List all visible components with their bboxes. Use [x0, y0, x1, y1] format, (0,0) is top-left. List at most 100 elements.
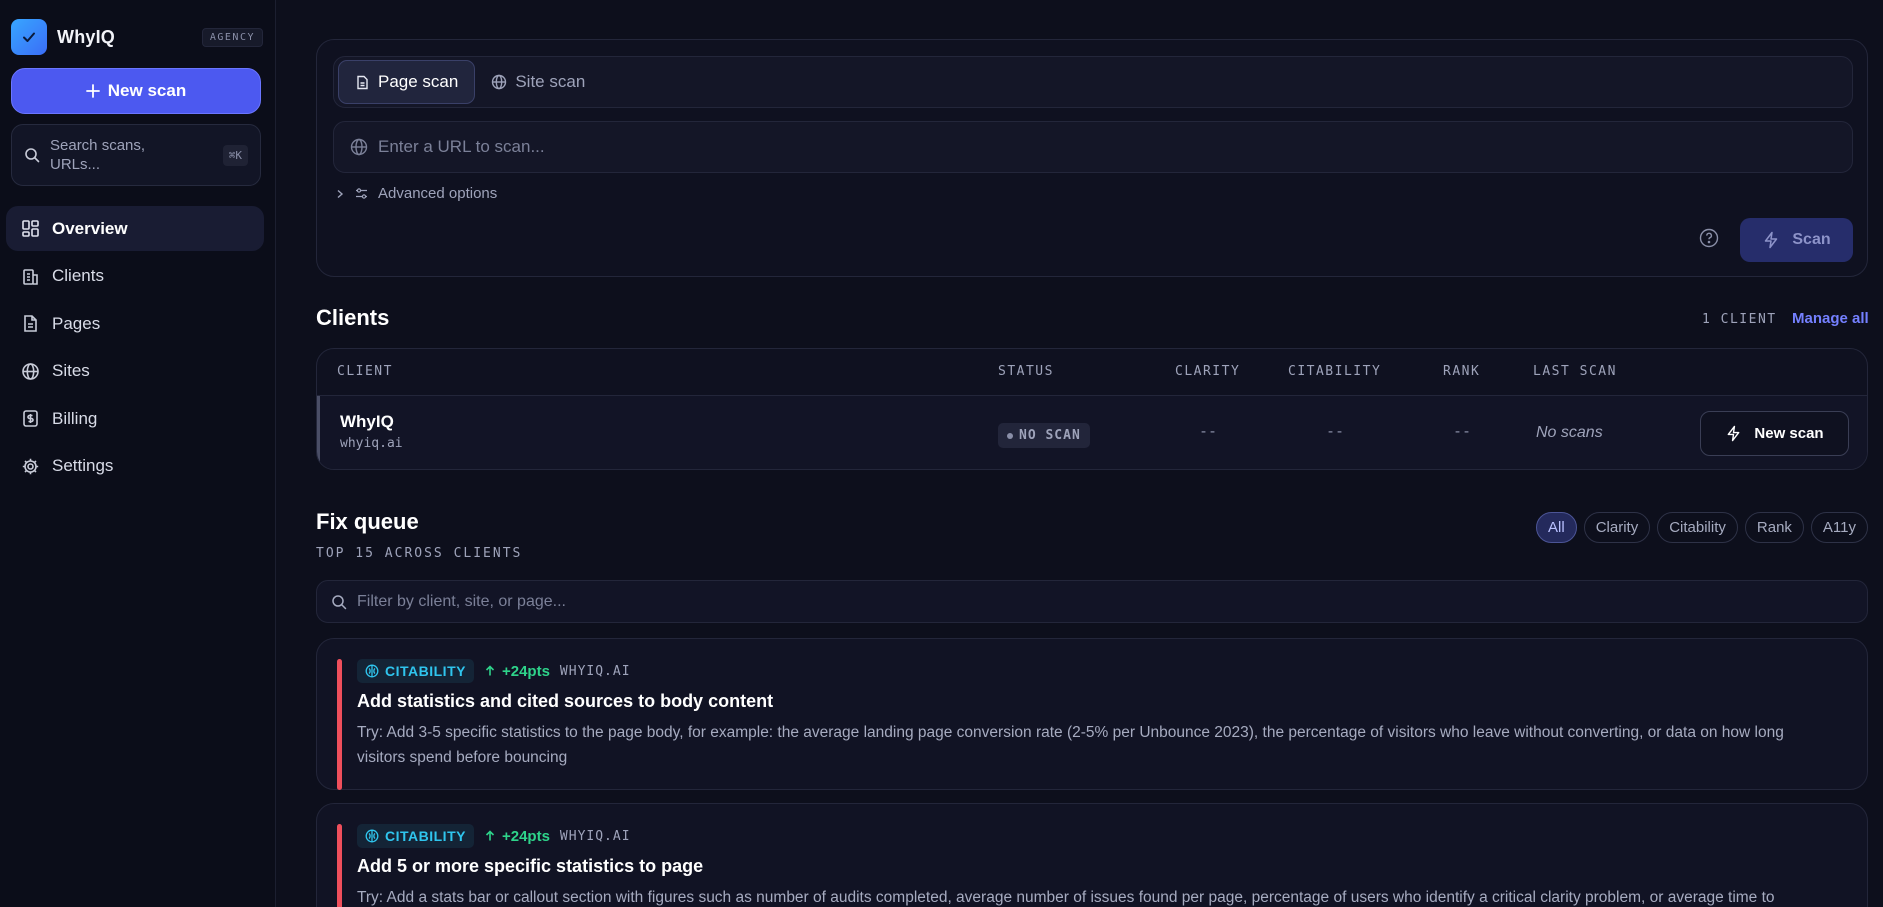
plan-badge: AGENCY	[201, 27, 263, 47]
fix-item[interactable]: CITABILITY +24pts WHYIQ.AI Add 5 or more…	[316, 803, 1868, 907]
scan-button[interactable]: Scan	[1740, 218, 1853, 262]
sidebar-nav: Overview Clients Pages Sites Billing Set…	[6, 206, 264, 491]
points-value: +24pts	[501, 827, 550, 845]
clients-heading: Clients	[316, 305, 390, 330]
url-input[interactable]	[378, 137, 1778, 157]
points-gain: +24pts	[484, 828, 550, 845]
filter-chip-citability[interactable]: Citability	[1657, 512, 1738, 543]
category-label: CITABILITY	[385, 663, 466, 679]
filter-chip-rank[interactable]: Rank	[1744, 512, 1804, 543]
priority-bar	[337, 824, 342, 907]
fix-description: Try: Add 3-5 specific statistics to the …	[357, 724, 1784, 766]
sidebar-item-settings[interactable]: Settings	[6, 444, 264, 489]
sidebar-item-pages[interactable]: Pages	[6, 301, 264, 346]
status-badge: NO SCAN	[998, 423, 1090, 448]
url-field[interactable]	[333, 121, 1853, 173]
sidebar-search[interactable]: Search scans, URLs... ⌘K	[11, 124, 261, 186]
row-new-scan-button[interactable]: New scan	[1700, 411, 1849, 456]
sidebar-item-sites[interactable]: Sites	[6, 349, 264, 394]
sidebar-item-clients[interactable]: Clients	[6, 254, 264, 299]
scan-panel: Page scan Site scan Advanced options Sca…	[316, 39, 1868, 277]
dollar-icon	[23, 410, 38, 427]
advanced-options-toggle[interactable]: Advanced options	[335, 185, 497, 202]
fix-title: Add statistics and cited sources to body…	[357, 691, 774, 711]
site-tag: WHYIQ.AI	[559, 663, 631, 679]
document-icon	[357, 75, 368, 89]
lightning-icon	[1765, 231, 1778, 249]
help-icon[interactable]	[1699, 228, 1719, 248]
globe-icon	[350, 138, 368, 156]
table-row[interactable]: WhyIQ whyiq.ai NO SCAN -- -- -- No scans…	[317, 396, 1867, 469]
sidebar-item-billing[interactable]: Billing	[6, 396, 264, 441]
search-icon	[25, 148, 40, 163]
scan-type-tabs: Page scan Site scan	[333, 56, 1853, 108]
tab-label: Page scan	[378, 72, 459, 91]
advanced-options-label: Advanced options	[378, 185, 498, 202]
sliders-icon	[356, 188, 367, 199]
tab-label: Site scan	[515, 72, 586, 91]
globe-icon	[22, 362, 39, 380]
status-text: NO SCAN	[1019, 428, 1081, 443]
sidebar-item-label: Billing	[52, 408, 98, 428]
client-count: 1 CLIENT	[1702, 312, 1777, 327]
sidebar-item-label: Overview	[52, 218, 128, 238]
column-header: CLIENT	[337, 364, 393, 379]
sidebar-item-label: Settings	[52, 456, 114, 475]
sidebar-item-label: Pages	[52, 313, 101, 333]
filter-chip-a11y[interactable]: A11y	[1810, 512, 1868, 543]
arrow-up-icon	[485, 830, 495, 841]
rank-value: --	[1453, 422, 1472, 440]
client-name: WhyIQ	[340, 412, 394, 431]
sidebar-item-label: Sites	[52, 361, 90, 380]
logo-check-icon[interactable]	[11, 19, 47, 55]
column-header: CITABILITY	[1288, 364, 1382, 379]
points-value: +24pts	[501, 662, 550, 680]
manage-all-link[interactable]: Manage all	[1792, 310, 1869, 327]
sidebar: WhyIQ AGENCY New scan Search scans, URLs…	[0, 0, 276, 907]
fix-title: Add 5 or more specific statistics to pag…	[357, 856, 704, 876]
column-header: STATUS	[998, 364, 1054, 379]
sidebar-item-label: Clients	[52, 266, 104, 285]
filter-input[interactable]	[357, 592, 1757, 611]
fix-queue-subtitle: TOP 15 ACROSS CLIENTS	[316, 546, 523, 561]
clarity-value: --	[1199, 422, 1218, 440]
fix-meta: CITABILITY +24pts WHYIQ.AI	[357, 824, 631, 848]
document-icon	[24, 315, 37, 332]
tab-site-scan[interactable]: Site scan	[475, 60, 601, 104]
scan-button-label: Scan	[1792, 231, 1831, 248]
fix-queue-heading: Fix queue	[316, 509, 419, 534]
filter-chip-clarity[interactable]: Clarity	[1583, 512, 1651, 543]
category-label: CITABILITY	[385, 828, 466, 844]
fix-meta: CITABILITY +24pts WHYIQ.AI	[357, 659, 631, 683]
column-header: RANK	[1443, 364, 1481, 379]
sidebar-item-overview[interactable]: Overview	[6, 206, 264, 251]
priority-bar	[337, 659, 342, 790]
column-header: LAST SCAN	[1533, 364, 1617, 379]
status-cell: NO SCAN	[998, 423, 1090, 448]
fix-queue-filter[interactable]	[316, 580, 1868, 623]
tab-page-scan[interactable]: Page scan	[338, 60, 476, 104]
site-tag: WHYIQ.AI	[559, 828, 631, 844]
clients-table: CLIENT STATUS CLARITY CITABILITY RANK LA…	[316, 348, 1868, 470]
fix-queue-filters: All Clarity Citability Rank A11y	[1536, 512, 1868, 543]
arrow-up-icon	[485, 665, 495, 676]
points-gain: +24pts	[484, 663, 550, 680]
citability-value: --	[1326, 422, 1345, 440]
filter-chip-all[interactable]: All	[1536, 512, 1577, 543]
last-scan-value: No scans	[1536, 424, 1603, 441]
globe-icon	[492, 74, 507, 90]
client-cell: WhyIQ whyiq.ai	[340, 412, 403, 451]
status-dot	[1007, 432, 1013, 439]
category-badge: CITABILITY	[357, 824, 474, 848]
brain-icon	[365, 664, 379, 678]
overview-icon	[22, 220, 39, 237]
plus-icon	[85, 84, 100, 98]
sidebar-new-scan-button[interactable]: New scan	[11, 68, 261, 114]
gear-icon	[22, 458, 39, 474]
search-icon	[332, 594, 347, 609]
brand: WhyIQ AGENCY	[11, 19, 263, 55]
fix-item[interactable]: CITABILITY +24pts WHYIQ.AI Add statistic…	[316, 638, 1868, 790]
chevron-right-icon	[337, 189, 344, 198]
row-new-scan-label: New scan	[1754, 425, 1824, 442]
client-domain: whyiq.ai	[340, 436, 403, 451]
